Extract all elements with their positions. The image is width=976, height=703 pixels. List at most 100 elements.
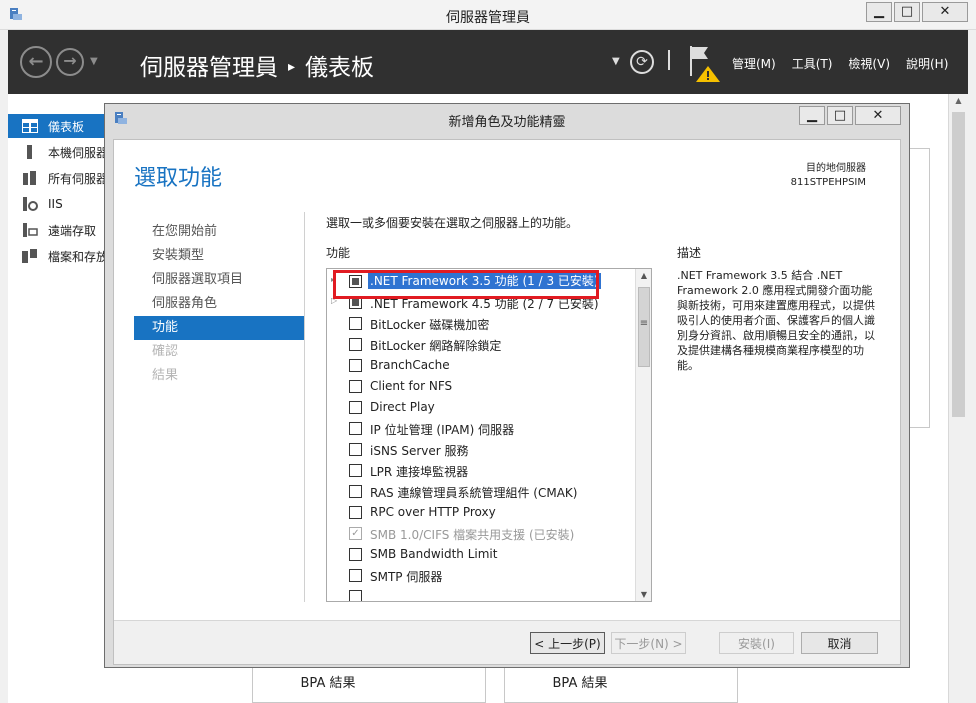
feature-label: iSNS Server 服務 [370, 444, 469, 458]
nav-item-iis[interactable]: IIS [8, 192, 104, 216]
menu-help[interactable]: 說明(H) [906, 55, 948, 72]
feature-label: SMB 1.0/CIFS 檔案共用支援 (已安裝) [370, 528, 575, 542]
feature-item[interactable]: Direct Play [327, 397, 635, 418]
dialog-maximize-button[interactable]: □ [827, 106, 853, 125]
scroll-up-icon[interactable]: ▲ [949, 96, 968, 105]
feature-checkbox[interactable] [349, 317, 362, 330]
steps-divider [304, 212, 305, 602]
highlight-box [333, 270, 599, 299]
forward-button[interactable]: → [56, 48, 84, 76]
feature-item[interactable]: iSNS Server 服務 [327, 439, 635, 460]
features-list[interactable]: ▸ .NET Framework 3.5 功能 (1 / 3 已安裝) ▷ .N… [326, 268, 652, 602]
feature-checkbox[interactable] [349, 338, 362, 351]
feature-checkbox[interactable] [349, 485, 362, 498]
feature-item[interactable]: SMB Bandwidth Limit [327, 544, 635, 565]
feature-item[interactable] [327, 586, 635, 601]
page-title: 選取功能 [134, 166, 223, 191]
file-storage-icon [22, 249, 37, 263]
feature-checkbox[interactable] [349, 359, 362, 372]
nav-item-label: 所有伺服器 [48, 171, 104, 186]
description-header: 描述 [677, 246, 702, 260]
nav-item-label: 遠端存取 [48, 223, 97, 238]
feature-checkbox[interactable] [349, 443, 362, 456]
breadcrumb-page: 儀表板 [305, 55, 375, 81]
breadcrumb-separator: ▸ [288, 59, 296, 75]
close-button[interactable]: ✕ [922, 2, 968, 22]
step-before-you-begin[interactable]: 在您開始前 [134, 220, 304, 244]
feature-item[interactable]: RAS 連線管理員系統管理組件 (CMAK) [327, 481, 635, 502]
destination-server: 目的地伺服器 811STPEHPSIM [791, 162, 866, 190]
minimize-button[interactable]: ▁ [866, 2, 892, 22]
feature-checkbox[interactable] [349, 422, 362, 435]
dialog-minimize-button[interactable]: ▁ [799, 106, 825, 125]
feature-item[interactable]: BitLocker 網路解除鎖定 [327, 334, 635, 355]
feature-label: BranchCache [370, 358, 450, 372]
dashboard-icon [22, 119, 38, 133]
dialog-footer: < 上一步(P) 下一步(N) > 安裝(I) 取消 [114, 620, 900, 664]
cancel-button[interactable]: 取消 [801, 632, 878, 654]
feature-item[interactable]: BranchCache [327, 355, 635, 376]
scroll-thumb[interactable] [952, 112, 965, 417]
dialog-close-button[interactable]: ✕ [855, 106, 901, 125]
feature-checkbox[interactable] [349, 548, 362, 561]
step-server-selection[interactable]: 伺服器選取項目 [134, 268, 304, 292]
scroll-down-icon[interactable]: ▼ [636, 590, 651, 599]
feature-checkbox[interactable] [349, 590, 362, 601]
feature-checkbox[interactable] [349, 380, 362, 393]
remote-access-icon [23, 223, 38, 237]
feature-item[interactable]: Client for NFS [327, 376, 635, 397]
step-features[interactable]: 功能 [134, 316, 304, 340]
main-scrollbar[interactable]: ▲ [948, 94, 968, 703]
feature-checkbox[interactable] [349, 464, 362, 477]
minimize-icon: ▁ [807, 108, 817, 123]
refresh-dropdown-icon[interactable]: ▼ [612, 56, 620, 67]
feature-item[interactable]: BitLocker 磁碟機加密 [327, 313, 635, 334]
feature-checkbox[interactable] [349, 569, 362, 582]
feature-item[interactable]: IP 位址管理 (IPAM) 伺服器 [327, 418, 635, 439]
breadcrumb: 伺服器管理員 ▸ 儀表板 [140, 48, 374, 82]
feature-item[interactable]: RPC over HTTP Proxy [327, 502, 635, 523]
features-scroll-thumb[interactable]: ≡ [638, 287, 650, 367]
step-results: 結果 [152, 368, 179, 383]
notification-flag-warning-icon[interactable] [686, 44, 722, 84]
maximize-icon: □ [833, 108, 847, 123]
checkmark-icon: ✓ [349, 527, 362, 540]
feature-checkbox[interactable] [349, 401, 362, 414]
breadcrumb-root: 伺服器管理員 [140, 55, 278, 81]
nav-item-remote-access[interactable]: 遠端存取 [8, 218, 104, 242]
nav-item-all-servers[interactable]: 所有伺服器 [8, 166, 104, 190]
maximize-icon: □ [900, 4, 914, 19]
window-title-bar: 伺服器管理員 ▁ □ ✕ [0, 0, 976, 30]
bpa-results-left[interactable]: BPA 結果 [276, 672, 380, 691]
history-dropdown-icon[interactable]: ▼ [90, 56, 98, 67]
refresh-icon[interactable]: ⟳ [630, 50, 654, 74]
instruction-text: 選取一或多個要安裝在選取之伺服器上的功能。 [326, 216, 579, 230]
feature-item[interactable]: SMTP 伺服器 [327, 565, 635, 586]
maximize-button[interactable]: □ [894, 2, 920, 22]
servers-icon [23, 171, 36, 185]
nav-item-dashboard[interactable]: 儀表板 [8, 114, 104, 138]
feature-checkbox[interactable] [349, 506, 362, 519]
server-manager-header: ← → ▼ 伺服器管理員 ▸ 儀表板 ▼ ⟳ 管理(M) 工具(T) 檢視(V) 說… [8, 30, 968, 94]
feature-label: Client for NFS [370, 379, 453, 393]
feature-item[interactable]: LPR 連接埠監視器 [327, 460, 635, 481]
feature-label: BitLocker 磁碟機加密 [370, 318, 490, 332]
feature-label: SMB Bandwidth Limit [370, 547, 498, 561]
arrow-left-icon: ← [28, 51, 44, 72]
destination-server-label: 目的地伺服器 [806, 163, 866, 174]
previous-button[interactable]: < 上一步(P) [530, 632, 605, 654]
features-scrollbar[interactable]: ▲ ≡ ▼ [635, 269, 651, 601]
bpa-results-right[interactable]: BPA 結果 [528, 672, 632, 691]
scroll-up-icon[interactable]: ▲ [636, 271, 651, 280]
step-server-roles[interactable]: 伺服器角色 [134, 292, 304, 316]
nav-item-file-storage[interactable]: 檔案和存放服務 [8, 244, 104, 268]
step-installation-type[interactable]: 安裝類型 [134, 244, 304, 268]
back-button[interactable]: ← [20, 46, 52, 78]
minimize-icon: ▁ [874, 4, 884, 19]
menu-manage[interactable]: 管理(M) [732, 55, 776, 72]
window-title: 伺服器管理員 [446, 10, 530, 26]
nav-item-local-server[interactable]: 本機伺服器 [8, 140, 104, 164]
feature-label: LPR 連接埠監視器 [370, 465, 469, 479]
menu-tools[interactable]: 工具(T) [792, 55, 833, 72]
menu-view[interactable]: 檢視(V) [848, 55, 890, 72]
